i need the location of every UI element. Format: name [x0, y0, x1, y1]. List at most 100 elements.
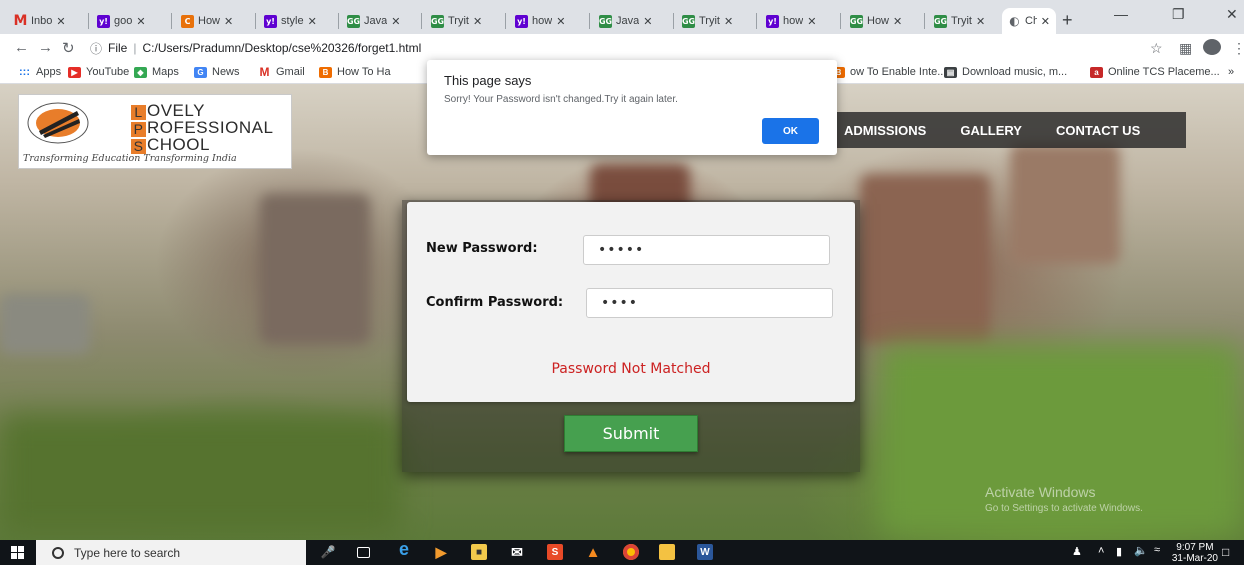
windows-taskbar: Type here to search 🎤 e ▶ ■ ✉ S ▲ W ♟ ˄ …: [0, 539, 1244, 565]
browser-tab[interactable]: GG Tryit ✕: [676, 8, 752, 34]
browser-tab[interactable]: GG Tryit ✕: [425, 8, 501, 34]
word-icon[interactable]: W: [697, 544, 713, 560]
mail-icon[interactable]: ✉: [509, 544, 525, 560]
browser-tab[interactable]: C How ✕: [175, 8, 251, 34]
store-icon[interactable]: ■: [471, 544, 487, 560]
close-tab-icon[interactable]: ✕: [807, 15, 816, 28]
browser-tab[interactable]: y! goo ✕: [91, 8, 167, 34]
wifi-icon[interactable]: ≈: [1154, 544, 1160, 556]
bookmark-label: YouTube: [86, 66, 130, 78]
bookmark-item[interactable]: a Online TCS Placeme...: [1090, 66, 1220, 78]
new-tab-button[interactable]: +: [1062, 10, 1073, 31]
chevron-up-icon[interactable]: ˄: [1098, 545, 1104, 557]
browser-tab[interactable]: ◐ Cha ✕: [1002, 8, 1056, 34]
gfg-icon: GG: [346, 14, 361, 28]
tab-separator: [756, 13, 757, 29]
cortana-icon: [52, 546, 64, 559]
close-tab-icon[interactable]: ✕: [56, 15, 65, 28]
nav-link-admissions[interactable]: ADMISSIONS: [844, 123, 926, 138]
submit-button[interactable]: Submit: [564, 415, 698, 452]
star-icon[interactable]: ☆: [1150, 40, 1163, 57]
extension-icon[interactable]: ▦: [1179, 40, 1192, 57]
address-url: C:/Users/Pradumn/Desktop/cse%20326/forge…: [142, 41, 422, 55]
browser-tab[interactable]: GG How ✕: [844, 8, 920, 34]
minimize-icon[interactable]: —: [1114, 6, 1128, 22]
alert-title: This page says: [444, 73, 532, 88]
site-logo[interactable]: L OVELY P ROFESSIONAL S CHOOL Transforming …: [18, 94, 292, 169]
password-form-card: New Password: ••••• Confirm Password: ••…: [407, 202, 855, 402]
vlc-icon[interactable]: ▲: [585, 544, 601, 561]
alert-ok-button[interactable]: OK: [762, 118, 819, 144]
bookmark-item[interactable]: Bow To Enable Inte...: [832, 66, 946, 78]
people-icon[interactable]: ♟: [1072, 545, 1082, 558]
restore-icon[interactable]: ❐: [1172, 6, 1185, 23]
forward-icon[interactable]: →: [38, 39, 53, 56]
close-tab-icon[interactable]: ✕: [556, 15, 565, 28]
sublime-icon[interactable]: S: [547, 544, 563, 560]
tab-separator: [421, 13, 422, 29]
close-tab-icon[interactable]: ✕: [224, 15, 233, 28]
bookmark-item[interactable]: ▶ YouTube: [68, 66, 129, 78]
taskbar-search[interactable]: Type here to search: [36, 540, 306, 565]
password-error-message: Password Not Matched: [551, 361, 711, 377]
profile-avatar[interactable]: [1203, 39, 1221, 55]
bookmark-item[interactable]: M Gmail: [258, 65, 305, 79]
file-explorer-icon[interactable]: [659, 544, 675, 560]
logo-word-school: CHOOL: [147, 135, 210, 154]
tab-title: How: [198, 15, 221, 27]
bookmark-item[interactable]: ::: Apps: [18, 66, 61, 78]
bookmark-item[interactable]: ◆ Maps: [134, 66, 179, 78]
close-tab-icon[interactable]: ✕: [391, 15, 400, 28]
browser-tab[interactable]: y! how ✕: [509, 8, 585, 34]
close-window-icon[interactable]: ✕: [1226, 6, 1238, 23]
bookmark-item[interactable]: G News: [194, 66, 240, 78]
info-icon[interactable]: ⓘ: [90, 40, 102, 57]
volume-icon[interactable]: 🔈: [1134, 544, 1148, 557]
close-tab-icon[interactable]: ✕: [1041, 15, 1050, 28]
close-tab-icon[interactable]: ✕: [473, 15, 482, 28]
battery-icon[interactable]: ▮: [1116, 545, 1122, 558]
bookmark-item[interactable]: B How To Ha: [319, 66, 391, 78]
microphone-icon[interactable]: 🎤: [320, 544, 336, 560]
browser-tab[interactable]: GG Tryit ✕: [928, 8, 1004, 34]
new-password-field[interactable]: •••••: [583, 235, 830, 265]
browser-tab[interactable]: GG Java ✕: [593, 8, 669, 34]
tab-title: Java: [364, 15, 388, 27]
download-icon: ▤: [944, 66, 957, 78]
site-nav: ADMISSIONS GALLERY CONTACT US: [826, 112, 1186, 148]
task-view-icon[interactable]: [357, 547, 370, 558]
taskbar-clock[interactable]: 9:07 PM 31-Mar-20: [1172, 542, 1218, 564]
lpu-emblem-icon: [27, 102, 89, 144]
bookmark-label: Download music, m...: [962, 66, 1068, 78]
close-tab-icon[interactable]: ✕: [136, 15, 145, 28]
confirm-password-field[interactable]: ••••: [586, 288, 833, 318]
browser-tab[interactable]: y! style ✕: [258, 8, 334, 34]
nav-link-gallery[interactable]: GALLERY: [960, 123, 1022, 138]
close-tab-icon[interactable]: ✕: [308, 15, 317, 28]
browser-tab[interactable]: M Inbo ✕: [8, 8, 84, 34]
menu-icon[interactable]: ⋮: [1232, 40, 1244, 57]
more-bookmarks-button[interactable]: »: [1228, 66, 1234, 78]
close-tab-icon[interactable]: ✕: [893, 15, 902, 28]
edge-icon[interactable]: e: [396, 539, 412, 559]
address-separator: |: [133, 41, 137, 55]
bookmark-item[interactable]: ▤ Download music, m...: [944, 66, 1067, 78]
notifications-icon[interactable]: □: [1222, 545, 1229, 559]
nav-link-contact-us[interactable]: CONTACT US: [1056, 123, 1140, 138]
windows-start-icon[interactable]: [11, 546, 24, 559]
browser-tab[interactable]: y! how ✕: [760, 8, 836, 34]
reload-icon[interactable]: ↻: [62, 39, 75, 57]
clock-time: 9:07 PM: [1176, 542, 1214, 553]
browser-tab[interactable]: GG Java ✕: [341, 8, 417, 34]
close-tab-icon[interactable]: ✕: [724, 15, 733, 28]
close-tab-icon[interactable]: ✕: [643, 15, 652, 28]
close-tab-icon[interactable]: ✕: [976, 15, 985, 28]
media-player-icon[interactable]: ▶: [433, 544, 449, 560]
bg-building: [1010, 144, 1120, 264]
watermark-subtitle: Go to Settings to activate Windows.: [985, 503, 1143, 514]
back-icon[interactable]: ←: [14, 39, 29, 56]
code-icon: C: [181, 14, 194, 28]
address-bar[interactable]: ⓘ File | C:/Users/Pradumn/Desktop/cse%20…: [90, 37, 1090, 59]
bg-building: [860, 174, 990, 344]
chrome-icon[interactable]: [623, 544, 639, 560]
